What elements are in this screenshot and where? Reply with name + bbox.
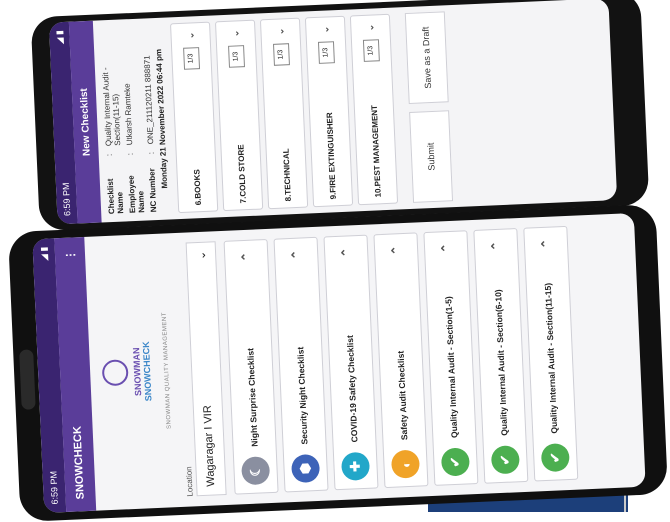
chevron-down-icon: ⌄ [229, 29, 241, 38]
status-time: 6:59 PM [60, 182, 73, 217]
section-item-label: 7.COLD STORE [235, 144, 248, 204]
app-logo: SNOWMAN SNOWCHECK [84, 234, 162, 511]
checklist-item[interactable]: ⬢ Security Night Checklist ⌃ [273, 236, 329, 493]
chevron-up-icon: ⌃ [289, 249, 304, 261]
checklist-item-label: Night Surprise Checklist [245, 347, 260, 447]
checklist-info: Checklist Name: Quality Internal Audit - … [93, 17, 177, 222]
location-value: Wagaragar I VIR [201, 404, 218, 487]
chevron-up-icon: ⌃ [488, 240, 504, 252]
covid-shield-icon: ✚ [340, 451, 371, 481]
checklist-icon: ✔ [440, 447, 471, 477]
checklist-item[interactable]: ✔ Quality Internal Audit - Section(11-15)… [523, 225, 579, 482]
checklist-item-label: Safety Audit Checklist [395, 350, 410, 441]
info-label: NC Number [147, 168, 159, 213]
info-separator: : [146, 151, 156, 155]
section-item[interactable]: 8.TECHNICAL 1/3 ⌄ [259, 17, 309, 210]
back-phone-content: 6:59 PM ◢ ▮ New Checklist Checklist Name… [48, 0, 617, 225]
section-item-label: 8.TECHNICAL [281, 148, 293, 202]
chevron-down-icon: ⌄ [195, 250, 208, 261]
front-phone: 6:59 PM ◢ ▮ SNOWCHECK ⋮ SNOWMAN SNOWCHEC… [7, 204, 669, 522]
chevron-down-icon: ⌄ [319, 25, 331, 34]
chevron-down-icon: ⌄ [364, 23, 376, 32]
safety-audit-icon: ◐ [390, 449, 421, 479]
section-item-label: 6.BOOKS [191, 169, 203, 206]
section-item-count: 1/3 [317, 41, 335, 64]
submit-button[interactable]: Submit [409, 110, 454, 203]
section-item[interactable]: 6.BOOKS 1/3 ⌄ [170, 21, 219, 214]
info-label: Checklist Name [105, 178, 126, 215]
section-item-label: 10.PEST MANAGEMENT [369, 104, 383, 198]
info-value: Quality Internal Audit - Section(11-15) [100, 67, 123, 147]
back-phone-screen: 6:59 PM ◢ ▮ New Checklist Checklist Name… [48, 0, 618, 225]
section-item-count: 1/3 [273, 43, 290, 66]
back-phone: 6:59 PM ◢ ▮ New Checklist Checklist Name… [30, 0, 650, 232]
chevron-down-icon: ⌄ [274, 27, 286, 36]
checklist-item[interactable]: ✔ Quality Internal Audit - Section(1-5) ⌃ [423, 230, 479, 486]
phone-camera-notch [19, 349, 36, 410]
checklist-item[interactable]: ✔ Quality Internal Audit - Section(6-10) ⌃ [473, 228, 529, 484]
checklist-item-label: Quality Internal Audit - Section(11-15) [542, 282, 560, 434]
chevron-up-icon: ⌃ [239, 251, 254, 263]
section-item-label: 9.FIRE EXTINGUISHER [324, 112, 338, 200]
action-buttons: Submit Save as a Draft [397, 5, 462, 209]
status-icons: ◢ ▮ [38, 246, 49, 262]
security-badge-icon: ⬢ [290, 453, 321, 484]
chevron-up-icon: ⌃ [438, 242, 454, 254]
section-list: 6.BOOKS 1/3 ⌄ 7.COLD STORE 1/3 ⌄ 8.TECHNICAL 1/… [168, 7, 406, 219]
info-separator: : [104, 153, 114, 157]
chevron-up-icon: ⌃ [538, 238, 554, 250]
chevron-up-icon: ⌃ [338, 247, 354, 258]
chevron-up-icon: ⌃ [388, 245, 404, 256]
save-draft-button[interactable]: Save as a Draft [404, 11, 449, 104]
info-label: Employee Name [126, 175, 147, 214]
checklist-list: ☾ Night Surprise Checklist ⌃ ⬢ Security Nigh… [215, 215, 593, 505]
tagline: SNOWMAN QUALITY MANAGEMENT [161, 311, 173, 429]
checklist-item[interactable]: ◐ Safety Audit Checklist ⌃ [373, 232, 429, 489]
checklist-icon: ✔ [490, 445, 520, 475]
checklist-item-label: Security Night Checklist [295, 346, 310, 445]
app-title: SNOWCHECK [71, 425, 87, 500]
front-phone-screen: 6:59 PM ◢ ▮ SNOWCHECK ⋮ SNOWMAN SNOWCHEC… [32, 212, 646, 513]
info-value: Utkarsh Ramteke [122, 83, 135, 146]
overflow-menu-icon[interactable]: ⋮ [63, 249, 76, 261]
checklist-item[interactable]: ✚ COVID-19 Safety Checklist ⌃ [323, 234, 379, 491]
snowman-logo-icon [101, 359, 129, 387]
section-item[interactable]: 9.FIRE EXTINGUISHER 1/3 ⌄ [304, 15, 354, 208]
section-item-count: 1/3 [183, 47, 201, 70]
section-item-count: 1/3 [228, 45, 245, 68]
section-item-count: 1/3 [362, 39, 380, 62]
section-item[interactable]: 10.PEST MANAGEMENT 1/3 ⌄ [349, 13, 399, 206]
moon-icon: ☾ [241, 456, 271, 486]
info-separator: : [125, 152, 135, 156]
status-time: 6:59 PM [48, 470, 60, 505]
checklist-item[interactable]: ☾ Night Surprise Checklist ⌃ [223, 238, 279, 495]
checklist-item-label: Quality Internal Audit - Section(6-10) [492, 289, 510, 437]
section-item[interactable]: 7.COLD STORE 1/3 ⌄ [214, 19, 264, 212]
status-icons: ◢ ▮ [53, 29, 65, 45]
front-phone-content: 6:59 PM ◢ ▮ SNOWCHECK ⋮ SNOWMAN SNOWCHEC… [32, 213, 645, 513]
checklist-item-label: COVID-19 Safety Checklist [344, 335, 360, 443]
checklist-icon: ✔ [540, 443, 570, 473]
chevron-down-icon: ⌄ [184, 31, 196, 40]
checklist-item-label: Quality Internal Audit - Section(1-5) [443, 296, 460, 439]
